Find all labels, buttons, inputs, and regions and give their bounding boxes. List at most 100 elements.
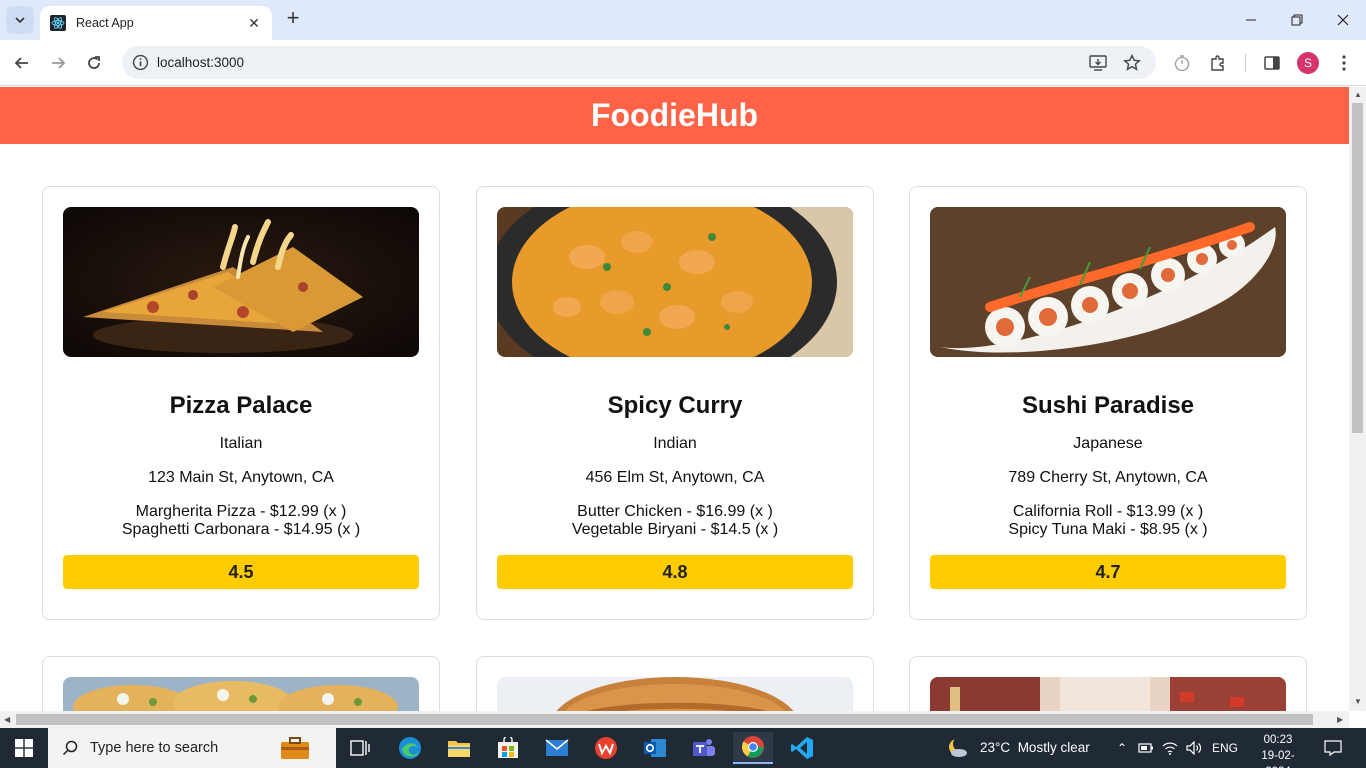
menu-item: California Roll - $13.99 (x )	[1012, 503, 1204, 520]
notifications-icon[interactable]	[1324, 739, 1342, 757]
restaurant-name: Spicy Curry	[607, 392, 743, 419]
scroll-right-arrow[interactable]: ▶	[1337, 715, 1343, 724]
edge-icon	[399, 737, 421, 759]
menu-item: Spaghetti Carbonara - $14.95 (x )	[121, 521, 361, 538]
clock-time: 00:23	[1263, 734, 1293, 746]
restaurant-card: Pizza Palace Italian 123 Main St, Anytow…	[42, 186, 440, 620]
extensions-puzzle-icon[interactable]	[1207, 52, 1229, 74]
taskbar-chrome[interactable]	[733, 732, 773, 764]
vertical-scrollbar[interactable]: ▲ ▼	[1349, 87, 1366, 711]
volume-icon[interactable]	[1185, 739, 1203, 757]
weather-status: 23°C Mostly clear	[980, 740, 1090, 755]
restaurant-image-sushi	[930, 207, 1286, 357]
wps-icon	[595, 737, 617, 759]
store-icon	[498, 737, 518, 758]
address-bar[interactable]: localhost:3000	[122, 46, 1156, 79]
forward-button[interactable]	[44, 49, 72, 77]
task-view-button[interactable]	[340, 732, 380, 764]
reload-icon	[88, 56, 100, 69]
minimize-button[interactable]	[1228, 0, 1274, 40]
toolbar-divider	[1245, 54, 1246, 72]
restaurant-menu: Butter Chicken - $16.99 (x ) Vegetable B…	[477, 503, 873, 539]
taskbar-search[interactable]: Type here to search	[48, 728, 336, 768]
task-view-icon	[350, 740, 370, 756]
briefcase-icon	[281, 737, 309, 759]
scroll-left-arrow[interactable]: ◀	[4, 715, 10, 724]
restore-button[interactable]	[1274, 0, 1320, 40]
taskbar-outlook[interactable]	[635, 732, 675, 764]
scroll-down-arrow[interactable]: ▼	[1354, 697, 1362, 706]
windows-taskbar: Type here to search 23°C Mostly clear ⌃ …	[0, 728, 1366, 768]
close-tab-icon[interactable]: ✕	[246, 15, 262, 31]
restaurant-cuisine: Japanese	[1073, 435, 1143, 452]
restaurant-card: Sushi Paradise Japanese 789 Cherry St, A…	[909, 186, 1307, 620]
vertical-scroll-thumb[interactable]	[1352, 103, 1363, 433]
start-button[interactable]	[0, 728, 48, 768]
site-title: FoodieHub	[590, 97, 759, 133]
teams-icon	[693, 739, 715, 756]
battery-icon[interactable]	[1137, 739, 1155, 757]
restaurant-address: 456 Elm St, Anytown, CA	[585, 469, 765, 486]
restaurant-image-tacos	[63, 677, 419, 711]
restaurant-image-pizza	[63, 207, 419, 357]
tab-title: React App	[76, 16, 134, 30]
back-button[interactable]	[8, 49, 36, 77]
taskbar-wps-office[interactable]	[586, 732, 626, 764]
scroll-up-arrow[interactable]: ▲	[1354, 90, 1362, 99]
browser-toolbar: localhost:3000 S	[0, 40, 1366, 86]
minimize-icon	[1246, 19, 1256, 21]
restaurant-menu: California Roll - $13.99 (x ) Spicy Tuna…	[910, 503, 1306, 539]
restaurant-card	[476, 656, 874, 711]
taskbar-mail[interactable]	[537, 732, 577, 764]
extension-timer-icon[interactable]	[1171, 52, 1193, 74]
new-tab-button[interactable]: +	[282, 7, 304, 30]
reload-button[interactable]	[80, 49, 108, 77]
restaurant-image-curry	[497, 207, 853, 357]
search-icon	[62, 740, 78, 756]
taskbar-teams[interactable]	[684, 732, 724, 764]
taskbar-store[interactable]	[488, 732, 528, 764]
restaurant-name: Sushi Paradise	[1021, 392, 1195, 419]
system-clock[interactable]: 00:23 19-02-2024	[1250, 732, 1306, 768]
restaurant-card: Spicy Curry Indian 456 Elm St, Anytown, …	[476, 186, 874, 620]
restaurant-name: Pizza Palace	[169, 392, 313, 419]
taskbar-vscode[interactable]	[782, 732, 822, 764]
mail-icon	[545, 739, 569, 756]
language-indicator[interactable]: ENG	[1212, 741, 1238, 755]
chrome-icon	[742, 736, 764, 758]
horizontal-scroll-thumb[interactable]	[16, 714, 1313, 725]
more-menu-icon[interactable]	[1333, 52, 1355, 74]
tab-strip: React App ✕ +	[0, 0, 1366, 40]
arrow-right-icon	[52, 57, 66, 69]
taskbar-file-explorer[interactable]	[439, 732, 479, 764]
taskbar-edge[interactable]	[390, 732, 430, 764]
rating-badge: 4.5	[63, 555, 419, 589]
show-hidden-icons-chevron-icon[interactable]: ⌃	[1113, 739, 1131, 757]
side-panel-icon[interactable]	[1261, 52, 1283, 74]
profile-avatar[interactable]: S	[1297, 52, 1319, 74]
menu-item: Vegetable Biryani - $14.5 (x )	[571, 521, 779, 538]
outlook-icon	[644, 739, 666, 757]
browser-tab[interactable]: React App ✕	[40, 6, 272, 40]
react-icon	[50, 15, 66, 31]
folder-icon	[448, 741, 470, 757]
search-placeholder: Type here to search	[90, 740, 219, 756]
restaurant-cuisine: Italian	[219, 435, 263, 452]
clock-date: 19-02-2024	[1261, 750, 1295, 768]
info-icon[interactable]	[132, 54, 149, 71]
tab-search-button[interactable]	[6, 6, 34, 34]
wifi-icon[interactable]	[1161, 739, 1179, 757]
weather-description: Mostly clear	[1017, 740, 1090, 755]
restaurant-card	[909, 656, 1307, 711]
restaurant-address: 789 Cherry St, Anytown, CA	[1008, 469, 1208, 486]
weather-moon-icon	[949, 737, 967, 757]
close-window-button[interactable]	[1320, 0, 1366, 40]
vscode-icon	[791, 737, 813, 759]
horizontal-scrollbar[interactable]: ◀ ▶	[0, 711, 1349, 728]
restaurant-address: 123 Main St, Anytown, CA	[148, 469, 334, 486]
install-app-icon[interactable]	[1088, 53, 1108, 73]
close-icon	[1337, 14, 1349, 26]
bookmark-star-icon[interactable]	[1122, 53, 1142, 73]
menu-item: Spicy Tuna Maki - $8.95 (x )	[1008, 521, 1208, 538]
menu-item: Margherita Pizza - $12.99 (x )	[135, 503, 347, 520]
